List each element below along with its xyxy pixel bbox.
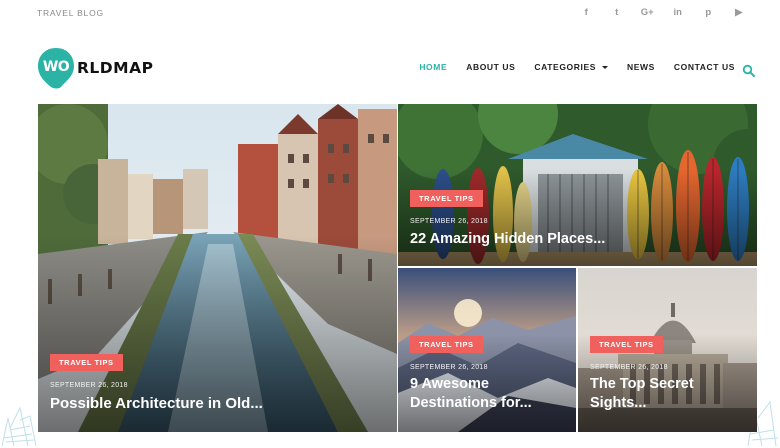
site-tagline: TRAVEL BLOG: [37, 8, 104, 18]
featured-post-card[interactable]: TRAVEL TIPS SEPTEMBER 26, 2018 9 Awesome…: [398, 268, 576, 432]
post-title-line-2[interactable]: Sights...: [590, 394, 646, 413]
post-title-line-1[interactable]: 9 Awesome: [410, 375, 489, 394]
social-links: f t G+ in p ▶: [571, 7, 754, 18]
google-plus-icon[interactable]: G+: [632, 7, 663, 18]
featured-post-card[interactable]: TRAVEL TIPS SEPTEMBER 26, 2018 Possible …: [38, 104, 397, 432]
featured-post-card[interactable]: TRAVEL TIPS SEPTEMBER 26, 2018 22 Amazin…: [398, 104, 757, 266]
chevron-down-icon: [602, 66, 608, 70]
youtube-icon[interactable]: ▶: [724, 7, 755, 18]
post-title[interactable]: Possible Architecture in Old...: [50, 394, 263, 413]
post-date: SEPTEMBER 26, 2018: [410, 364, 488, 371]
top-bar: TRAVEL BLOG f t G+ in p ▶: [0, 0, 780, 28]
category-badge[interactable]: TRAVEL TIPS: [50, 354, 123, 371]
featured-post-card[interactable]: TRAVEL TIPS SEPTEMBER 26, 2018 The Top S…: [578, 268, 757, 432]
linkedin-icon[interactable]: in: [663, 7, 694, 18]
nav-categories-label: CATEGORIES: [534, 62, 596, 72]
featured-posts-grid: TRAVEL TIPS SEPTEMBER 26, 2018 Possible …: [38, 104, 757, 432]
logo-badge: WO: [37, 47, 75, 89]
pinterest-icon[interactable]: p: [693, 7, 724, 18]
site-header: WO RLDMAP HOME ABOUT US CATEGORIES NEWS …: [0, 40, 780, 96]
post-date: SEPTEMBER 26, 2018: [50, 382, 128, 389]
post-title-line-2[interactable]: Destinations for...: [410, 394, 532, 413]
logo-badge-text: WO: [42, 59, 70, 75]
nav-news[interactable]: NEWS: [627, 62, 655, 72]
main-nav: HOME ABOUT US CATEGORIES NEWS CONTACT US: [400, 62, 735, 72]
facebook-icon[interactable]: f: [571, 7, 602, 18]
twitter-icon[interactable]: t: [602, 7, 633, 18]
category-badge[interactable]: TRAVEL TIPS: [410, 190, 483, 207]
category-badge[interactable]: TRAVEL TIPS: [410, 336, 483, 353]
logo-text: RLDMAP: [77, 59, 154, 77]
site-logo[interactable]: WO RLDMAP: [37, 47, 153, 89]
post-date: SEPTEMBER 26, 2018: [410, 218, 488, 225]
post-title-line-1[interactable]: The Top Secret: [590, 375, 694, 394]
nav-contact-us[interactable]: CONTACT US: [674, 62, 735, 72]
nav-categories[interactable]: CATEGORIES: [534, 62, 608, 72]
nav-home[interactable]: HOME: [419, 62, 447, 72]
nav-about-us[interactable]: ABOUT US: [466, 62, 515, 72]
category-badge[interactable]: TRAVEL TIPS: [590, 336, 663, 353]
post-title[interactable]: 22 Amazing Hidden Places...: [410, 230, 605, 249]
post-date: SEPTEMBER 26, 2018: [590, 364, 668, 371]
search-icon[interactable]: [742, 64, 756, 78]
